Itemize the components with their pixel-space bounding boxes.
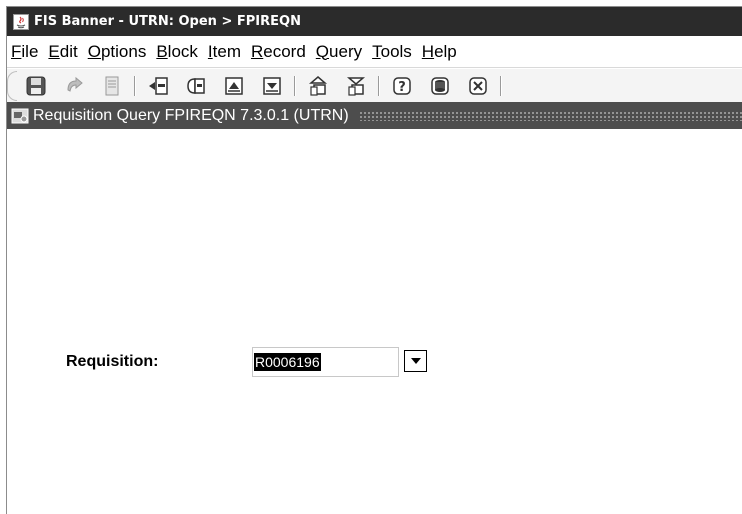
menu-block-mnemonic: B bbox=[156, 41, 168, 61]
toolbar-separator bbox=[500, 75, 502, 96]
toolbar-separator bbox=[134, 75, 136, 96]
toolbar: ? bbox=[7, 68, 742, 102]
form-icon bbox=[10, 106, 30, 126]
form-title: Requisition Query FPIREQN 7.3.0.1 (UTRN) bbox=[33, 106, 349, 124]
menu-edit-mnemonic: E bbox=[48, 41, 60, 61]
requisition-input[interactable]: R0006196 bbox=[252, 347, 399, 377]
exit-icon[interactable] bbox=[465, 73, 491, 99]
requisition-input-value: R0006196 bbox=[254, 353, 321, 371]
menu-record[interactable]: Record bbox=[251, 42, 306, 62]
menu-file-rest: ile bbox=[21, 41, 39, 61]
menu-options-rest: ptions bbox=[100, 41, 147, 61]
toolbar-edge bbox=[7, 70, 17, 101]
menu-edit-rest: dit bbox=[59, 41, 78, 61]
menu-help[interactable]: Help bbox=[422, 42, 457, 62]
help-icon[interactable]: ? bbox=[389, 73, 415, 99]
menu-file-mnemonic: F bbox=[11, 41, 22, 61]
menu-edit[interactable]: Edit bbox=[48, 42, 77, 62]
insert-record-icon[interactable] bbox=[145, 73, 171, 99]
menu-help-rest: elp bbox=[434, 41, 457, 61]
svg-text:?: ? bbox=[398, 80, 406, 95]
menu-bar: File Edit Options Block Item Record Quer… bbox=[7, 36, 742, 68]
menu-tools[interactable]: Tools bbox=[372, 42, 412, 62]
menu-tools-mnemonic: T bbox=[372, 41, 381, 61]
menu-query[interactable]: Query bbox=[316, 42, 362, 62]
menu-block-rest: lock bbox=[167, 41, 198, 61]
requisition-label: Requisition: bbox=[66, 353, 159, 370]
java-app-icon bbox=[12, 13, 30, 31]
menu-query-mnemonic: Q bbox=[315, 41, 330, 61]
title-bar: FIS Banner - UTRN: Open > FPIREQN bbox=[7, 7, 742, 36]
requisition-lov-button[interactable] bbox=[404, 350, 427, 372]
enter-query-icon[interactable] bbox=[221, 73, 247, 99]
execute-query-icon[interactable] bbox=[259, 73, 285, 99]
rollback-icon[interactable] bbox=[61, 73, 87, 99]
form-header-bar: Requisition Query FPIREQN 7.3.0.1 (UTRN) bbox=[7, 102, 742, 129]
toolbar-separator bbox=[378, 75, 380, 96]
menu-query-rest: uery bbox=[329, 41, 363, 61]
database-icon[interactable] bbox=[427, 73, 453, 99]
menu-file[interactable]: File bbox=[11, 42, 38, 62]
previous-block-icon[interactable] bbox=[305, 73, 331, 99]
menu-help-mnemonic: H bbox=[421, 41, 435, 61]
remove-record-icon[interactable] bbox=[183, 73, 209, 99]
menu-item-rest: tem bbox=[212, 41, 241, 61]
menu-options[interactable]: Options bbox=[88, 42, 147, 62]
form-header-grip[interactable] bbox=[358, 110, 742, 121]
toolbar-separator bbox=[294, 75, 296, 96]
application-window: FIS Banner - UTRN: Open > FPIREQN File E… bbox=[6, 6, 742, 514]
window-title: FIS Banner - UTRN: Open > FPIREQN bbox=[34, 14, 301, 29]
print-icon[interactable] bbox=[99, 73, 125, 99]
menu-item[interactable]: Item bbox=[208, 42, 241, 62]
form-content: Requisition: R0006196 bbox=[7, 129, 742, 514]
menu-tools-rest: ools bbox=[380, 41, 412, 61]
menu-options-mnemonic: O bbox=[87, 41, 101, 61]
menu-record-rest: ecord bbox=[263, 41, 306, 61]
save-icon[interactable] bbox=[23, 73, 49, 99]
next-block-icon[interactable] bbox=[343, 73, 369, 99]
dropdown-arrow-icon bbox=[410, 358, 421, 364]
menu-block[interactable]: Block bbox=[156, 42, 198, 62]
menu-record-mnemonic: R bbox=[250, 41, 264, 61]
